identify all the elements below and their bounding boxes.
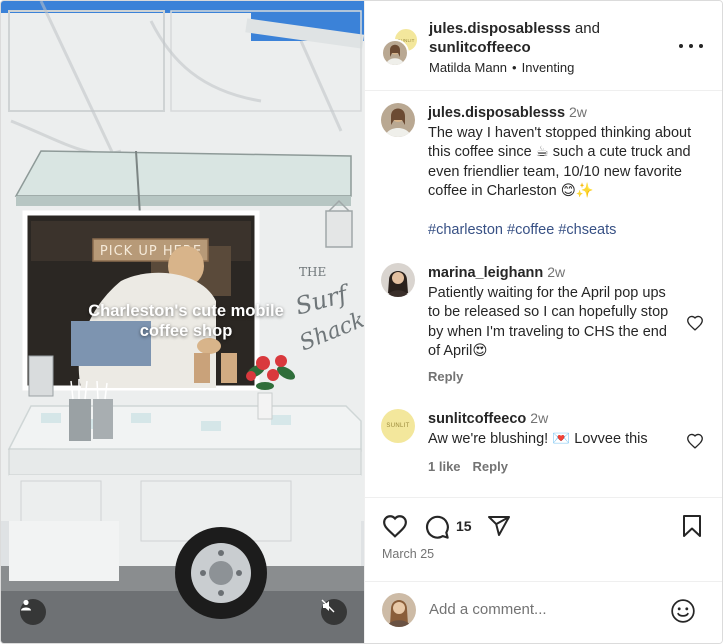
- authors-conjunction: and: [574, 20, 600, 37]
- commenter-avatar[interactable]: SUNLIT: [381, 409, 415, 443]
- comment-time[interactable]: 2w: [530, 410, 548, 426]
- comment-count[interactable]: 15: [456, 518, 472, 534]
- post-header: SUNLIT jules.disposablesss and sunlitcof…: [365, 1, 722, 91]
- comment-time[interactable]: 2w: [547, 264, 565, 280]
- tagged-users-button[interactable]: [20, 599, 46, 625]
- post-media[interactable]: PICK UP HERE THE Surf Shack Charleston's…: [1, 1, 364, 643]
- reply-button[interactable]: Reply: [428, 369, 463, 384]
- share-paper-plane-icon[interactable]: [486, 514, 512, 538]
- truck-brand-line1: THE: [299, 265, 326, 279]
- speaker-muted-icon: [321, 599, 335, 613]
- comment-text: Patiently waiting for the April pop ups …: [428, 284, 669, 360]
- post-details-panel: SUNLIT jules.disposablesss and sunlitcof…: [364, 1, 722, 643]
- more-dots-icon: [699, 44, 703, 48]
- commenter-avatar[interactable]: [381, 103, 415, 137]
- emoji-icon[interactable]: [670, 598, 696, 624]
- more-dots-icon: [689, 44, 693, 48]
- post-date[interactable]: March 25: [382, 547, 434, 561]
- more-dots-icon: [679, 44, 683, 48]
- hashtag-link[interactable]: #chseats: [558, 222, 616, 238]
- more-options-button[interactable]: [679, 39, 703, 53]
- media-caption: Charleston's cute mobile coffee shop: [88, 302, 284, 340]
- music-artist[interactable]: Matilda Mann: [429, 60, 507, 75]
- comment-bubble-icon[interactable]: [424, 514, 450, 540]
- music-song[interactable]: Inventing: [522, 60, 575, 75]
- hashtag-link[interactable]: #coffee: [507, 222, 554, 238]
- comment-time[interactable]: 2w: [569, 104, 587, 120]
- commenter-avatar[interactable]: [381, 263, 415, 297]
- post-action-bar: 15 March 25: [365, 497, 722, 581]
- like-heart-icon[interactable]: [382, 514, 408, 538]
- hashtag-link[interactable]: #charleston: [428, 222, 503, 238]
- heart-icon[interactable]: [686, 433, 704, 449]
- comment-text: Aw we're blushing! 💌 Lovvee this: [428, 430, 648, 447]
- comment-likes[interactable]: 1 like: [428, 459, 461, 474]
- caption-text: The way I haven't stopped thinking about…: [428, 124, 692, 200]
- current-user-avatar: [382, 593, 416, 627]
- reply-button[interactable]: Reply: [473, 459, 508, 474]
- jules-avatar[interactable]: [381, 39, 409, 67]
- add-comment-bar: [365, 581, 722, 643]
- mute-button[interactable]: [321, 599, 347, 625]
- comment-username[interactable]: sunlitcoffeeco: [428, 411, 526, 427]
- author-link-jules[interactable]: jules.disposablesss: [429, 20, 571, 37]
- user-icon: [21, 599, 31, 611]
- audio-attribution[interactable]: Matilda Mann • Inventing: [429, 60, 574, 75]
- post-dialog: PICK UP HERE THE Surf Shack Charleston's…: [0, 0, 723, 644]
- comment-username[interactable]: marina_leighann: [428, 265, 543, 281]
- heart-icon[interactable]: [686, 315, 704, 331]
- coauthor-avatars[interactable]: SUNLIT: [381, 27, 421, 67]
- comment-username[interactable]: jules.disposablesss: [428, 105, 565, 121]
- hashtags: #charleston #coffee #chseats: [428, 221, 693, 241]
- add-comment-input[interactable]: [429, 601, 659, 618]
- post-authors: jules.disposablesss and sunlitcoffeeco: [429, 19, 600, 57]
- save-bookmark-icon[interactable]: [681, 514, 703, 538]
- separator-dot: •: [512, 60, 517, 75]
- author-link-sunlit[interactable]: sunlitcoffeeco: [429, 39, 531, 56]
